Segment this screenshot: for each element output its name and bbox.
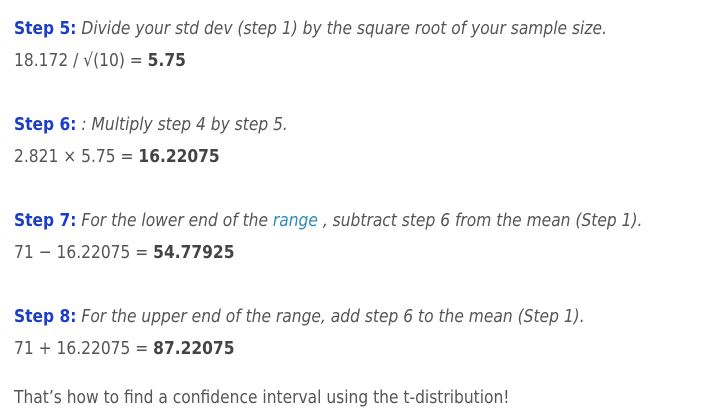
- conclusion-text: That’s how to find a confidence interval…: [14, 382, 590, 414]
- step-8-calc: 71 + 16.22075 =: [14, 338, 154, 359]
- step-8-instruction: For the upper end of the range, add step…: [81, 306, 585, 327]
- step-5: Step 5: Divide your std dev (step 1) by …: [14, 0, 724, 76]
- step-5-calc: 18.172 / √(10) =: [14, 50, 148, 71]
- step-5-instruction: Divide your std dev (step 1) by the squa…: [81, 18, 607, 39]
- step-6-label: Step 6:: [14, 114, 77, 135]
- step-6-result: 16.22075: [138, 146, 220, 167]
- step-6: Step 6: : Multiply step 4 by step 5. 2.8…: [14, 96, 724, 172]
- step-5-heading: Step 5: Divide your std dev (step 1) by …: [14, 0, 724, 46]
- step-8-result: 87.22075: [153, 338, 235, 359]
- step-6-instruction: : Multiply step 4 by step 5.: [81, 114, 288, 135]
- step-6-calculation: 2.821 × 5.75 = 16.22075: [14, 142, 724, 172]
- step-7-calculation: 71 − 16.22075 = 54.77925: [14, 238, 724, 268]
- step-8-label: Step 8:: [14, 306, 77, 327]
- step-8-calculation: 71 + 16.22075 = 87.22075: [14, 334, 724, 364]
- step-8: Step 8: For the upper end of the range, …: [14, 288, 724, 364]
- step-7-instruction-end: , subtract step 6 from the mean (Step 1)…: [317, 210, 643, 231]
- conclusion-label: That’s how to find a confidence interval…: [14, 387, 510, 408]
- step-7: Step 7: For the lower end of the range ,…: [14, 192, 724, 268]
- step-5-result: 5.75: [147, 50, 186, 71]
- step-6-calc: 2.821 × 5.75 =: [14, 146, 139, 167]
- step-8-heading: Step 8: For the upper end of the range, …: [14, 288, 724, 334]
- step-5-label: Step 5:: [14, 18, 77, 39]
- range-link[interactable]: range: [273, 210, 318, 231]
- step-7-heading: Step 7: For the lower end of the range ,…: [14, 192, 724, 238]
- step-7-result: 54.77925: [153, 242, 235, 263]
- step-5-calculation: 18.172 / √(10) = 5.75: [14, 46, 724, 76]
- step-7-calc: 71 − 16.22075 =: [14, 242, 154, 263]
- step-7-label: Step 7:: [14, 210, 77, 231]
- step-7-instruction-start: For the lower end of the: [81, 210, 273, 231]
- step-6-heading: Step 6: : Multiply step 4 by step 5.: [14, 96, 724, 142]
- article-content: Step 5: Divide your std dev (step 1) by …: [14, 0, 724, 408]
